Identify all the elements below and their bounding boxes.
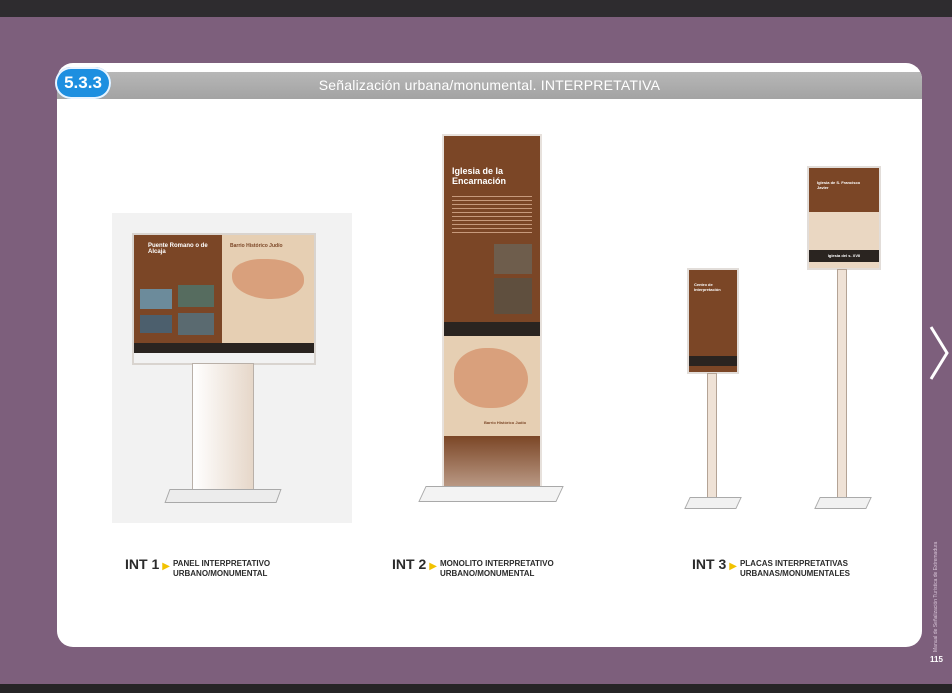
caption-int3-code: INT 3 bbox=[692, 556, 727, 572]
int1-photo bbox=[140, 315, 172, 333]
int2-map-title: Barrio Histórico Judío bbox=[484, 420, 527, 425]
int1-panel: Puente Romano o de Alcaja Barrio Históri… bbox=[132, 233, 316, 365]
caption-int3-desc: PLACAS INTERPRETATIVAS URBANAS/MONUMENTAL… bbox=[740, 559, 850, 579]
bottom-bar bbox=[0, 684, 952, 693]
int3-panel-footer-b: Iglesia del s. XVII bbox=[809, 250, 879, 262]
caption-int1-line2: URBANO/MONUMENTAL bbox=[172, 569, 268, 578]
caption-int2-line1: MONOLITO INTERPRETATIVO bbox=[439, 559, 554, 568]
int2-map: Barrio Histórico Judío bbox=[444, 336, 540, 436]
int2-text-block bbox=[452, 196, 532, 236]
sign-int1-illustration: Puente Romano o de Alcaja Barrio Históri… bbox=[112, 213, 352, 523]
caption-int2: INT 2 ▶ MONOLITO INTERPRETATIVO URBANO/MONU… bbox=[392, 556, 554, 579]
arrow-icon: ▶ bbox=[429, 561, 437, 572]
int1-footer bbox=[134, 343, 314, 353]
int3-plaque-a-footer bbox=[689, 356, 737, 366]
svg-text:Manual de Señalización Turísti: Manual de Señalización Turística de Extr… bbox=[933, 541, 939, 652]
int3-panel-title-b: Iglesia de S. Francisco Javier bbox=[817, 180, 861, 190]
int3-plaque-a: Centro de Interpretación bbox=[687, 268, 739, 374]
int3-base-b bbox=[814, 497, 872, 509]
int2-panel-title: Iglesia de la Encarnación bbox=[452, 166, 507, 186]
arrow-icon: ▶ bbox=[729, 561, 737, 572]
int3-post-b bbox=[837, 269, 847, 505]
caption-int1-code: INT 1 bbox=[125, 556, 160, 572]
caption-int2-line2: URBANO/MONUMENTAL bbox=[439, 569, 535, 578]
int3-panel-title-a: Centro de Interpretación bbox=[694, 282, 721, 292]
int1-post bbox=[192, 363, 254, 495]
top-bar bbox=[0, 0, 952, 17]
int2-icon-row bbox=[444, 322, 540, 336]
int1-panel-title: Puente Romano o de Alcaja bbox=[148, 243, 208, 255]
page-number: 115 bbox=[930, 655, 943, 664]
caption-int3: INT 3 ▶ PLACAS INTERPRETATIVAS URBANAS/MONU… bbox=[692, 556, 850, 579]
int1-photo bbox=[178, 313, 214, 335]
int3-post-a bbox=[707, 373, 717, 505]
int3-plaque-b-header bbox=[809, 168, 879, 212]
caption-int2-desc: MONOLITO INTERPRETATIVO URBANO/MONUMENTAL bbox=[440, 559, 554, 579]
int2-photo bbox=[494, 278, 532, 314]
next-page-chevron-icon[interactable] bbox=[928, 323, 950, 383]
caption-int1-line1: PANEL INTERPRETATIVO bbox=[172, 559, 271, 568]
int1-left-panel: Puente Romano o de Alcaja bbox=[134, 235, 222, 343]
arrow-icon: ▶ bbox=[162, 561, 170, 572]
int1-map-area bbox=[232, 259, 304, 299]
int3-base-a bbox=[684, 497, 742, 509]
section-number-badge: 5.3.3 bbox=[55, 67, 111, 99]
int1-map: Barrio Histórico Judío bbox=[222, 235, 314, 343]
int2-map-area bbox=[454, 348, 528, 408]
sign-int3-illustration: Centro de Interpretación Iglesia de S. F… bbox=[677, 163, 887, 523]
caption-int1-desc: PANEL INTERPRETATIVO URBANO/MONUMENTAL bbox=[173, 559, 270, 579]
document-page: Señalización urbana/monumental. INTERPRE… bbox=[57, 63, 922, 647]
int2-monolith: Iglesia de la Encarnación Barrio Históri… bbox=[442, 134, 542, 498]
int1-photo bbox=[140, 289, 172, 309]
int1-photo bbox=[178, 285, 214, 307]
caption-int1: INT 1 ▶ PANEL INTERPRETATIVO URBANO/MONUMEN… bbox=[125, 556, 270, 579]
int1-base bbox=[164, 489, 282, 503]
caption-int3-line2: URBANAS/MONUMENTALES bbox=[739, 569, 851, 578]
caption-int2-code: INT 2 bbox=[392, 556, 427, 572]
int3-plaque-b: Iglesia de S. Francisco Javier Iglesia d… bbox=[807, 166, 881, 270]
int1-map-title: Barrio Histórico Judío bbox=[230, 243, 283, 249]
section-title: Señalización urbana/monumental. INTERPRE… bbox=[318, 77, 661, 93]
int2-base bbox=[418, 486, 564, 502]
int2-photo bbox=[494, 244, 532, 274]
caption-int3-line1: PLACAS INTERPRETATIVAS bbox=[739, 559, 848, 568]
side-vertical-text: Manual de Señalización Turística de Extr… bbox=[933, 541, 939, 652]
sign-int2-illustration: Iglesia de la Encarnación Barrio Históri… bbox=[412, 126, 572, 516]
